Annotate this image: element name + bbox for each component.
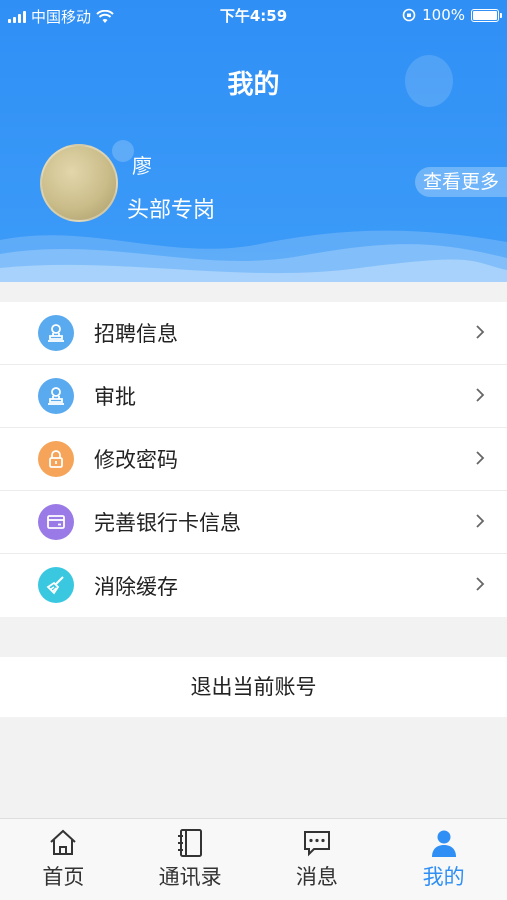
user-role: 头部专岗 — [127, 198, 216, 223]
menu-item-bank-card[interactable]: 完善银行卡信息 — [0, 491, 507, 554]
user-stamp-icon — [38, 315, 74, 351]
menu-label: 完善银行卡信息 — [94, 511, 241, 535]
lock-icon — [38, 441, 74, 477]
tab-messages[interactable]: 消息 — [254, 819, 381, 900]
home-icon — [50, 829, 77, 855]
decor-bubble-small — [112, 140, 134, 162]
chevron-right-icon — [476, 451, 485, 465]
chevron-right-icon — [476, 577, 485, 591]
tab-bar: 首页 通讯录 消息 我的 — [0, 818, 507, 900]
tab-home[interactable]: 首页 — [0, 819, 127, 900]
chevron-right-icon — [476, 514, 485, 528]
header-waves — [0, 230, 507, 282]
menu-item-change-password[interactable]: 修改密码 — [0, 428, 507, 491]
avatar[interactable] — [40, 144, 118, 222]
menu-label: 消除缓存 — [94, 574, 178, 599]
user-stamp-icon — [38, 378, 74, 414]
view-more-button[interactable]: 查看更多 — [414, 167, 507, 197]
menu-label: 修改密码 — [94, 448, 178, 472]
chevron-right-icon — [476, 388, 485, 402]
logout-button[interactable]: 退出当前账号 — [0, 657, 507, 717]
tab-label: 消息 — [295, 865, 338, 889]
tab-label: 首页 — [42, 865, 85, 889]
broom-icon — [38, 567, 74, 603]
menu-item-approval[interactable]: 审批 — [0, 365, 507, 428]
battery-icon — [471, 8, 502, 22]
tab-label: 我的 — [422, 865, 465, 889]
tab-mine[interactable]: 我的 — [380, 819, 507, 900]
contacts-icon — [178, 829, 203, 857]
user-name: 廖 — [132, 154, 152, 178]
page-title: 我的 — [227, 70, 280, 100]
tab-contacts[interactable]: 通讯录 — [127, 819, 254, 900]
settings-menu: 招聘信息 审批 修改密码 完善银行卡信息 消除缓存 — [0, 302, 507, 617]
message-icon — [303, 831, 330, 857]
battery-percent: 100% — [422, 6, 465, 24]
menu-item-clear-cache[interactable]: 消除缓存 — [0, 554, 507, 617]
menu-label: 审批 — [94, 385, 136, 409]
menu-label: 招聘信息 — [94, 322, 178, 346]
person-icon — [431, 830, 456, 857]
chevron-right-icon — [476, 325, 485, 339]
menu-item-recruitment[interactable]: 招聘信息 — [0, 302, 507, 365]
status-bar: 中国移动 下午4:59 100% — [0, 0, 507, 30]
card-icon — [38, 504, 74, 540]
status-right: 100% — [402, 6, 502, 24]
profile-header: 中国移动 下午4:59 100% 我的 廖 头部专岗 查看更多 — [0, 0, 507, 282]
orientation-lock-icon — [402, 8, 416, 22]
tab-label: 通讯录 — [158, 865, 222, 889]
